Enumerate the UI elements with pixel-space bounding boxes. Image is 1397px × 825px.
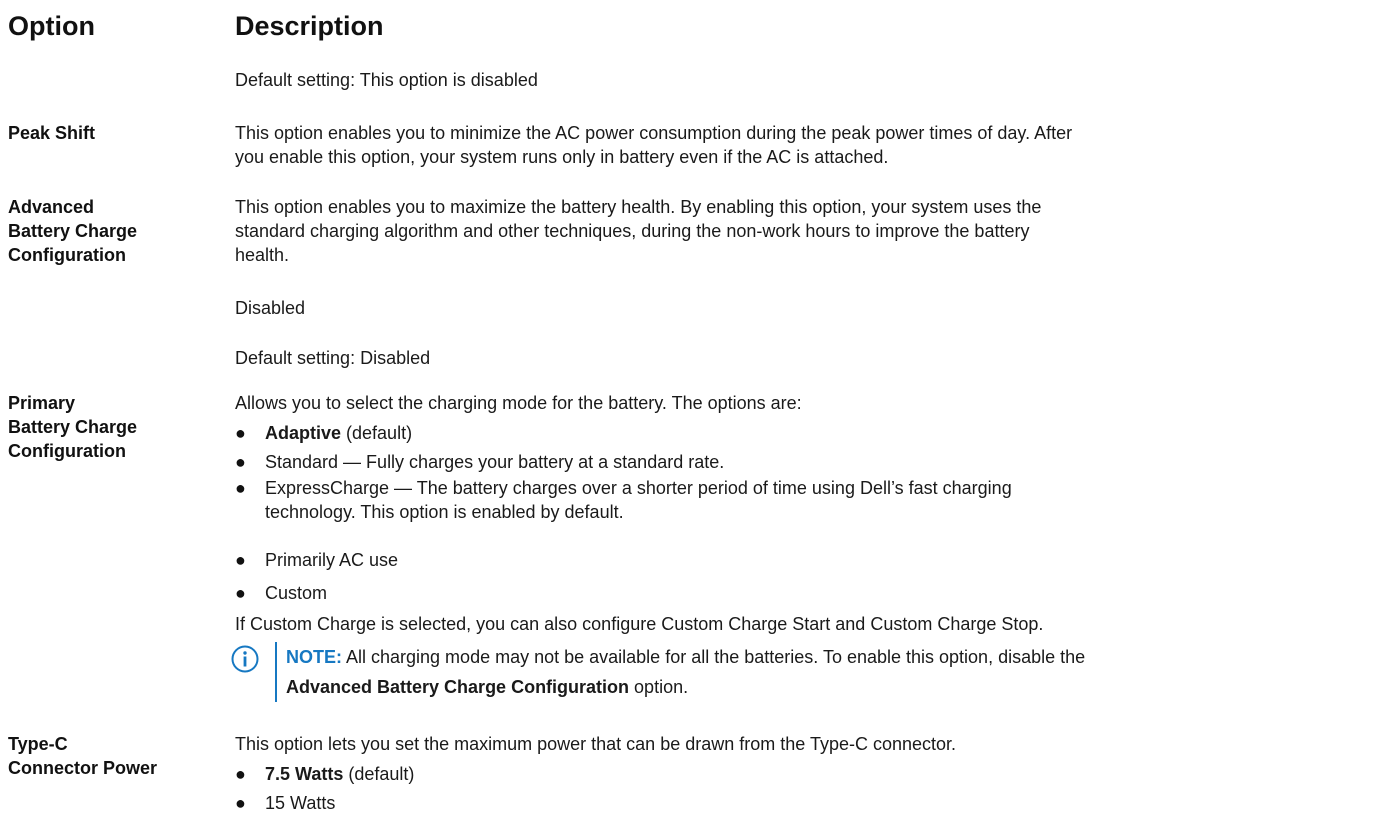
- info-icon: [231, 645, 259, 673]
- option-name-advanced-line: Battery Charge: [8, 221, 138, 241]
- bullet-icon: ●: [235, 478, 246, 498]
- option-adaptive-suffix: (default): [341, 423, 413, 443]
- note-body: All charging mode may not be available f…: [342, 647, 1086, 667]
- option-adaptive-label: Adaptive: [265, 423, 342, 443]
- bullet-icon: ●: [235, 583, 246, 603]
- option-name-typec-line: Connector Power: [8, 758, 158, 778]
- peak-shift-description-line: you enable this option, your system runs…: [235, 147, 889, 167]
- advanced-value-text: Disabled: [235, 298, 306, 318]
- option-expresscharge-line: technology. This option is enabled by de…: [265, 502, 624, 522]
- advanced-description-line: health.: [235, 245, 290, 265]
- note-end: option.: [629, 677, 689, 697]
- default-setting-text: Default setting: This option is disabled: [235, 70, 538, 90]
- option-name-primary-line: Primary: [8, 393, 76, 413]
- bullet-icon: ●: [235, 452, 246, 472]
- option-standard-text: Standard — Fully charges your battery at…: [265, 452, 725, 472]
- bullet-icon: ●: [235, 423, 246, 443]
- advanced-description-line: This option enables you to maximize the …: [235, 197, 1042, 217]
- list-item: ● Primarily AC use: [235, 548, 1385, 572]
- list-item: ● 7.5 Watts (default): [235, 762, 1385, 786]
- list-item: ● ExpressCharge — The battery charges ove…: [235, 476, 1385, 524]
- option-name-primary-line: Battery Charge: [8, 417, 138, 437]
- peak-shift-description-line: This option enables you to minimize the …: [235, 123, 1073, 143]
- column-header-option: Option: [8, 11, 95, 41]
- note-text: NOTE: All charging mode may not be avail…: [286, 642, 1391, 702]
- custom-charge-note: If Custom Charge is selected, you can al…: [235, 614, 1044, 634]
- option-expresscharge-line: ExpressCharge — The battery charges over…: [265, 478, 1012, 498]
- option-7-5-watts-suffix: (default): [343, 764, 415, 784]
- option-name-advanced-line: Advanced: [8, 197, 95, 217]
- list-item: ● Standard — Fully charges your battery a…: [235, 450, 1385, 474]
- note-divider: [275, 642, 277, 702]
- document-page: Option Description Default setting: This…: [0, 0, 1397, 825]
- bullet-icon: ●: [235, 550, 246, 570]
- typec-intro-text: This option lets you set the maximum pow…: [235, 734, 957, 754]
- list-item: ● 15 Watts: [235, 791, 1385, 815]
- list-item: ● Adaptive (default): [235, 421, 1385, 445]
- option-custom-text: Custom: [265, 583, 328, 603]
- note-label: NOTE:: [286, 647, 342, 667]
- option-7-5-watts-label: 7.5 Watts: [265, 764, 344, 784]
- list-item: ● Custom: [235, 581, 1385, 605]
- advanced-description-line: standard charging algorithm and other te…: [235, 221, 1030, 241]
- bullet-icon: ●: [235, 793, 246, 813]
- note-bold-option: Advanced Battery Charge Configuration: [286, 677, 630, 697]
- column-header-description: Description: [235, 11, 384, 41]
- primary-intro-text: Allows you to select the charging mode f…: [235, 393, 802, 413]
- option-15-watts-text: 15 Watts: [265, 793, 336, 813]
- option-name-primary-line: Configuration: [8, 441, 126, 461]
- option-name-peak-shift: Peak Shift: [8, 123, 96, 143]
- bullet-icon: ●: [235, 764, 246, 784]
- option-name-advanced-line: Configuration: [8, 245, 126, 265]
- advanced-default-text: Default setting: Disabled: [235, 348, 431, 368]
- option-primarily-ac-text: Primarily AC use: [265, 550, 399, 570]
- option-name-typec-line: Type-C: [8, 734, 68, 754]
